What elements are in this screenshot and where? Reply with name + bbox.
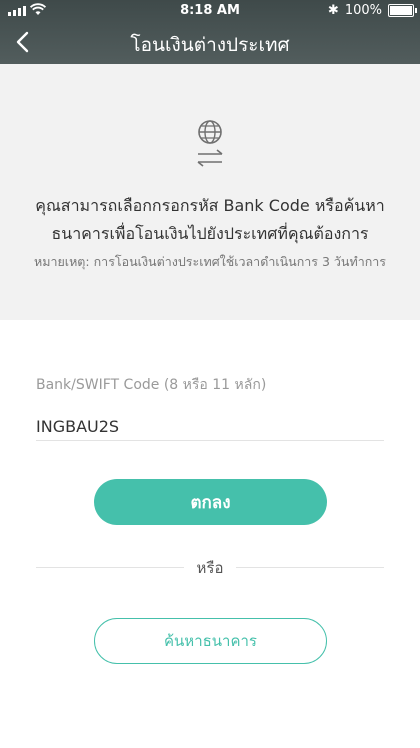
info-panel: คุณสามารถเลือกกรอกรหัส Bank Code หรือค้น…	[0, 64, 420, 320]
info-description: คุณสามารถเลือกกรอกรหัส Bank Code หรือค้น…	[20, 192, 400, 248]
swift-code-input[interactable]	[36, 412, 384, 441]
globe-exchange-icon	[197, 120, 223, 167]
battery-icon	[388, 4, 417, 17]
divider-right	[236, 567, 384, 568]
navigation-bar: โอนเงินต่างประเทศ	[0, 22, 420, 64]
battery-text: 100%	[344, 3, 382, 18]
top-bar: 8:18 AM ✱ 100% โอนเงินต่างประเทศ	[0, 0, 420, 64]
search-bank-button[interactable]: ค้นหาธนาคาร	[94, 618, 327, 664]
divider-left	[36, 567, 184, 568]
ok-button[interactable]: ตกลง	[94, 479, 327, 525]
status-bar: 8:18 AM ✱ 100%	[0, 0, 420, 22]
bluetooth-icon: ✱	[327, 3, 339, 18]
swift-code-label: Bank/SWIFT Code (8 หรือ 11 หลัก)	[36, 377, 267, 393]
description-line-2: ธนาคารเพื่อโอนเงินไปยังประเทศที่คุณต้องก…	[51, 224, 369, 243]
description-line-1: คุณสามารถเลือกกรอกรหัส Bank Code หรือค้น…	[35, 196, 385, 215]
or-separator: หรือ	[196, 559, 224, 577]
page-title: โอนเงินต่างประเทศ	[130, 34, 290, 56]
info-note: หมายเหตุ: การโอนเงินต่างประเทศใช้เวลาดำเ…	[33, 254, 387, 269]
